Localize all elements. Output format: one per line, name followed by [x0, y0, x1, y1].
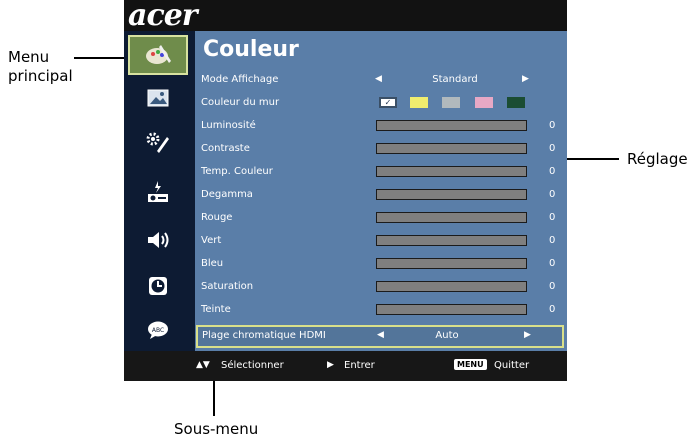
- enter-arrow-icon: ▶: [327, 360, 334, 370]
- sidebar-item-management[interactable]: [138, 125, 178, 161]
- swatch-dark-green[interactable]: [507, 97, 525, 108]
- row-label: Vert: [201, 235, 222, 246]
- row-label: Plage chromatique HDMI: [202, 330, 326, 341]
- main-menu-sidebar: ABC: [124, 31, 195, 351]
- slider-bar[interactable]: [376, 258, 527, 269]
- submenu-panel: Couleur Mode Affichage ◀ Standard ▶ Coul…: [195, 31, 567, 351]
- row-bleu[interactable]: Bleu 0: [195, 254, 567, 277]
- row-contraste[interactable]: Contraste 0: [195, 139, 567, 162]
- row-couleur-du-mur[interactable]: Couleur du mur ✓: [195, 93, 567, 116]
- slider-bar[interactable]: [376, 304, 527, 315]
- row-temp-couleur[interactable]: Temp. Couleur 0: [195, 162, 567, 185]
- arrow-right-icon[interactable]: ▶: [522, 74, 529, 84]
- row-label: Bleu: [201, 258, 224, 269]
- slider-bar[interactable]: [376, 189, 527, 200]
- row-teinte[interactable]: Teinte 0: [195, 300, 567, 323]
- option-value: Auto: [435, 330, 459, 341]
- slider-bar[interactable]: [376, 281, 527, 292]
- row-label: Contraste: [201, 143, 250, 154]
- callout-main-menu-line1: Menu: [8, 48, 50, 66]
- row-mode-affichage[interactable]: Mode Affichage ◀ Standard ▶: [195, 70, 567, 93]
- brand-logo: acer: [128, 0, 198, 33]
- projector-icon: [148, 181, 168, 202]
- callout-setting: Réglage: [627, 150, 688, 168]
- slider-value: 0: [549, 120, 556, 131]
- slider-value: 0: [549, 235, 556, 246]
- row-degamma[interactable]: Degamma 0: [195, 185, 567, 208]
- row-vert[interactable]: Vert 0: [195, 231, 567, 254]
- check-icon: ✓: [384, 97, 392, 107]
- color-palette-icon: [146, 45, 171, 64]
- sidebar-item-image[interactable]: [138, 80, 178, 116]
- callout-main-menu-line: [74, 57, 128, 59]
- row-label: Couleur du mur: [201, 97, 280, 108]
- select-hint: Sélectionner: [221, 360, 284, 371]
- sidebar-item-timer[interactable]: [138, 268, 178, 304]
- swatch-yellow[interactable]: [410, 97, 428, 108]
- sidebar-item-audio[interactable]: [138, 222, 178, 258]
- menu-key-badge: MENU: [454, 359, 487, 370]
- sidebar-item-setup[interactable]: [138, 174, 178, 210]
- callout-main-menu: Menu principal: [8, 48, 73, 86]
- swatch-white[interactable]: ✓: [379, 97, 397, 108]
- quit-hint: Quitter: [494, 360, 530, 371]
- row-plage-chromatique-hdmi[interactable]: Plage chromatique HDMI ◀ Auto ▶: [196, 325, 564, 348]
- swatch-gray[interactable]: [442, 97, 460, 108]
- row-label: Saturation: [201, 281, 254, 292]
- osd-window: acer ABC Couleur Mode Affichage ◀ Standa…: [124, 0, 567, 381]
- up-down-arrows-icon: ▲▼: [196, 360, 210, 370]
- slider-value: 0: [549, 189, 556, 200]
- row-luminosite[interactable]: Luminosité 0: [195, 116, 567, 139]
- arrow-right-icon[interactable]: ▶: [524, 330, 531, 340]
- sidebar-item-language[interactable]: ABC: [138, 312, 178, 348]
- language-icon: ABC: [148, 321, 168, 339]
- row-label: Mode Affichage: [201, 74, 279, 85]
- slider-value: 0: [549, 212, 556, 223]
- slider-bar[interactable]: [376, 120, 527, 131]
- row-label: Degamma: [201, 189, 253, 200]
- slider-value: 0: [549, 166, 556, 177]
- bottom-help-bar: ▲▼ Sélectionner ▶ Entrer MENU Quitter: [124, 351, 567, 381]
- slider-value: 0: [549, 281, 556, 292]
- image-icon: [147, 89, 169, 107]
- svg-text:ABC: ABC: [152, 327, 164, 334]
- slider-bar[interactable]: [376, 212, 527, 223]
- slider-bar[interactable]: [376, 166, 527, 177]
- speaker-icon: [148, 232, 169, 248]
- slider-value: 0: [549, 258, 556, 269]
- slider-bar[interactable]: [376, 143, 527, 154]
- logo-bar: acer: [124, 0, 567, 33]
- arrow-left-icon[interactable]: ◀: [375, 74, 382, 84]
- settings-tools-icon: [146, 132, 169, 153]
- slider-value: 0: [549, 304, 556, 315]
- row-saturation[interactable]: Saturation 0: [195, 277, 567, 300]
- row-label: Rouge: [201, 212, 233, 223]
- row-label: Temp. Couleur: [201, 166, 273, 177]
- clock-icon: [149, 277, 167, 295]
- option-value: Standard: [432, 74, 478, 85]
- row-rouge[interactable]: Rouge 0: [195, 208, 567, 231]
- row-label: Teinte: [201, 304, 231, 315]
- callout-main-menu-line2: principal: [8, 67, 73, 85]
- row-label: Luminosité: [201, 120, 256, 131]
- arrow-left-icon[interactable]: ◀: [377, 330, 384, 340]
- callout-submenu: Sous-menu: [174, 420, 259, 438]
- swatch-pink[interactable]: [475, 97, 493, 108]
- slider-value: 0: [549, 143, 556, 154]
- enter-hint: Entrer: [344, 360, 375, 371]
- page-title: Couleur: [203, 37, 299, 62]
- sidebar-item-color[interactable]: [128, 35, 188, 75]
- slider-bar[interactable]: [376, 235, 527, 246]
